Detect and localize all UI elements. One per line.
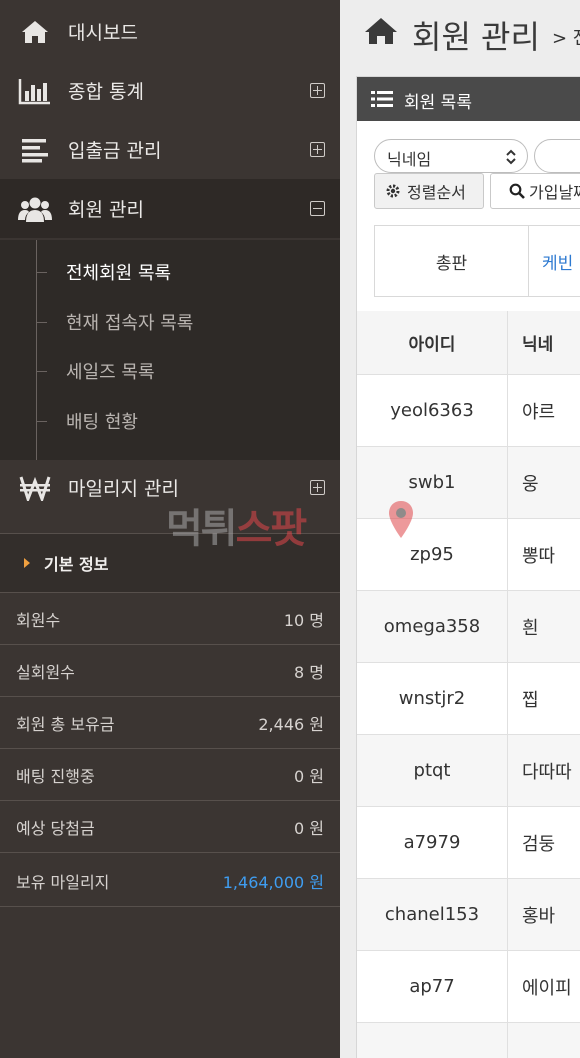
cell-id[interactable]: whrnrdl1000 — [357, 1023, 508, 1058]
submenu-label: 배팅 현황 — [66, 412, 138, 433]
cell-nickname: 야르 — [508, 375, 580, 447]
cell-id[interactable]: omega358 — [357, 591, 508, 663]
list-icon — [371, 91, 393, 107]
cell-id[interactable]: swb1 — [357, 447, 508, 519]
tab-kevin[interactable]: 케빈 — [530, 226, 580, 296]
info-value: 10 명 — [283, 610, 324, 630]
sort-order-button[interactable]: 정렬순서 — [374, 173, 484, 209]
breadcrumb[interactable]: > 전 — [552, 24, 580, 50]
cell-id[interactable]: a7979 — [357, 807, 508, 879]
menu-item-deposits[interactable]: 입출금 관리 — [0, 120, 340, 179]
align-left-icon — [18, 135, 52, 165]
collapse-icon[interactable] — [310, 201, 325, 216]
submenu-label: 전체회원 목록 — [66, 263, 172, 284]
cell-id[interactable]: ap77 — [357, 951, 508, 1023]
main-content: 회원 관리 > 전 회원 목록 닉네임 정렬순서 가입날짜 — [340, 0, 580, 1058]
column-header-id[interactable]: 아이디 — [357, 311, 508, 375]
cell-nickname: 찝 — [508, 663, 580, 735]
home-icon[interactable] — [364, 16, 398, 48]
search-input[interactable] — [534, 139, 580, 173]
users-icon — [18, 194, 52, 224]
tab-distributor[interactable]: 총판 — [375, 226, 529, 296]
caret-right-icon — [24, 558, 30, 568]
submenu-all-members[interactable]: 전체회원 목록 — [0, 248, 340, 296]
submenu-sales[interactable]: 세일즈 목록 — [0, 347, 340, 395]
bar-chart-icon — [18, 76, 52, 106]
cell-nickname: 홍바 — [508, 879, 580, 951]
page-title: 회원 관리 — [412, 18, 540, 56]
info-row-betting-in-progress: 배팅 진행중 0 원 — [0, 749, 340, 801]
home-icon — [18, 17, 52, 47]
info-row-expected-winnings: 예상 당첨금 0 원 — [0, 801, 340, 853]
info-section-header: 기본 정보 — [0, 534, 340, 592]
menu-label-mileage: 마일리지 관리 — [68, 478, 179, 500]
cell-id[interactable]: ptqt — [357, 735, 508, 807]
cell-nickname: 한전 — [508, 1023, 580, 1058]
page-header: 회원 관리 > 전 — [340, 0, 580, 70]
column-header-nickname[interactable]: 닉네 — [508, 311, 580, 375]
info-key: 실회원수 — [16, 662, 75, 682]
menu-item-mileage[interactable]: 마일리지 관리 — [0, 458, 340, 517]
panel-header: 회원 목록 — [357, 77, 580, 121]
won-icon — [18, 473, 52, 503]
cell-nickname: 뽕따 — [508, 519, 580, 591]
info-row-members: 회원수 10 명 — [0, 593, 340, 645]
search-field-select[interactable]: 닉네임 — [374, 139, 528, 173]
info-key: 배팅 진행중 — [16, 766, 95, 786]
cell-nickname: 웅 — [508, 447, 580, 519]
info-row-total-balance: 회원 총 보유금 2,446 원 — [0, 697, 340, 749]
cell-id[interactable]: zp95 — [357, 519, 508, 591]
info-value: 1,464,000 원 — [222, 872, 324, 892]
cell-nickname: 에이피 — [508, 951, 580, 1023]
cell-nickname: 다따따 — [508, 735, 580, 807]
info-key: 보유 마일리지 — [16, 872, 110, 892]
info-key: 회원 총 보유금 — [16, 714, 115, 734]
cell-id[interactable]: yeol6363 — [357, 375, 508, 447]
join-date-label: 가입날짜 — [529, 183, 580, 202]
panel-title: 회원 목록 — [404, 93, 472, 113]
sidebar: 대시보드 종합 통계 입출금 관리 회원 관리 전체회원 목록 현재 접속자 목… — [0, 0, 340, 1058]
menu-item-members[interactable]: 회원 관리 — [0, 179, 340, 238]
info-section-title: 기본 정보 — [44, 555, 109, 574]
expand-icon[interactable] — [310, 480, 325, 495]
select-value: 닉네임 — [387, 150, 432, 169]
info-key: 예상 당첨금 — [16, 818, 95, 838]
cell-id[interactable]: wnstjr2 — [357, 663, 508, 735]
info-value: 2,446 원 — [258, 714, 324, 734]
cell-nickname: 검둥 — [508, 807, 580, 879]
menu-item-statistics[interactable]: 종합 통계 — [0, 61, 340, 120]
info-key: 회원수 — [16, 610, 61, 630]
menu-item-dashboard[interactable]: 대시보드 — [0, 2, 340, 61]
join-date-button[interactable]: 가입날짜 — [490, 173, 580, 209]
cell-nickname: 흰 — [508, 591, 580, 663]
info-value: 8 명 — [294, 662, 324, 682]
expand-icon[interactable] — [310, 83, 325, 98]
submenu-label: 세일즈 목록 — [66, 362, 155, 383]
member-list-panel: 회원 목록 닉네임 정렬순서 가입날짜 총판 케빈 아이디 — [356, 76, 580, 1058]
members-submenu: 전체회원 목록 현재 접속자 목록 세일즈 목록 배팅 현황 — [0, 240, 340, 460]
submenu-betting[interactable]: 배팅 현황 — [0, 397, 340, 445]
info-row-real-members: 실회원수 8 명 — [0, 645, 340, 697]
submenu-label: 현재 접속자 목록 — [66, 313, 194, 334]
chevron-updown-icon — [505, 148, 517, 166]
info-value: 0 원 — [294, 766, 324, 786]
menu-label-deposits: 입출금 관리 — [68, 140, 162, 162]
menu-label-members: 회원 관리 — [68, 199, 144, 221]
info-value: 0 원 — [294, 818, 324, 838]
menu-label-dashboard: 대시보드 — [68, 22, 138, 44]
submenu-online-members[interactable]: 현재 접속자 목록 — [0, 298, 340, 346]
filter-tabs: 총판 케빈 — [374, 225, 580, 297]
info-row-mileage: 보유 마일리지 1,464,000 원 — [0, 855, 340, 907]
gear-icon — [385, 183, 401, 199]
expand-icon[interactable] — [310, 142, 325, 157]
cell-id[interactable]: chanel153 — [357, 879, 508, 951]
search-icon — [509, 183, 525, 199]
sort-order-label: 정렬순서 — [407, 183, 466, 202]
menu-label-statistics: 종합 통계 — [68, 81, 144, 103]
